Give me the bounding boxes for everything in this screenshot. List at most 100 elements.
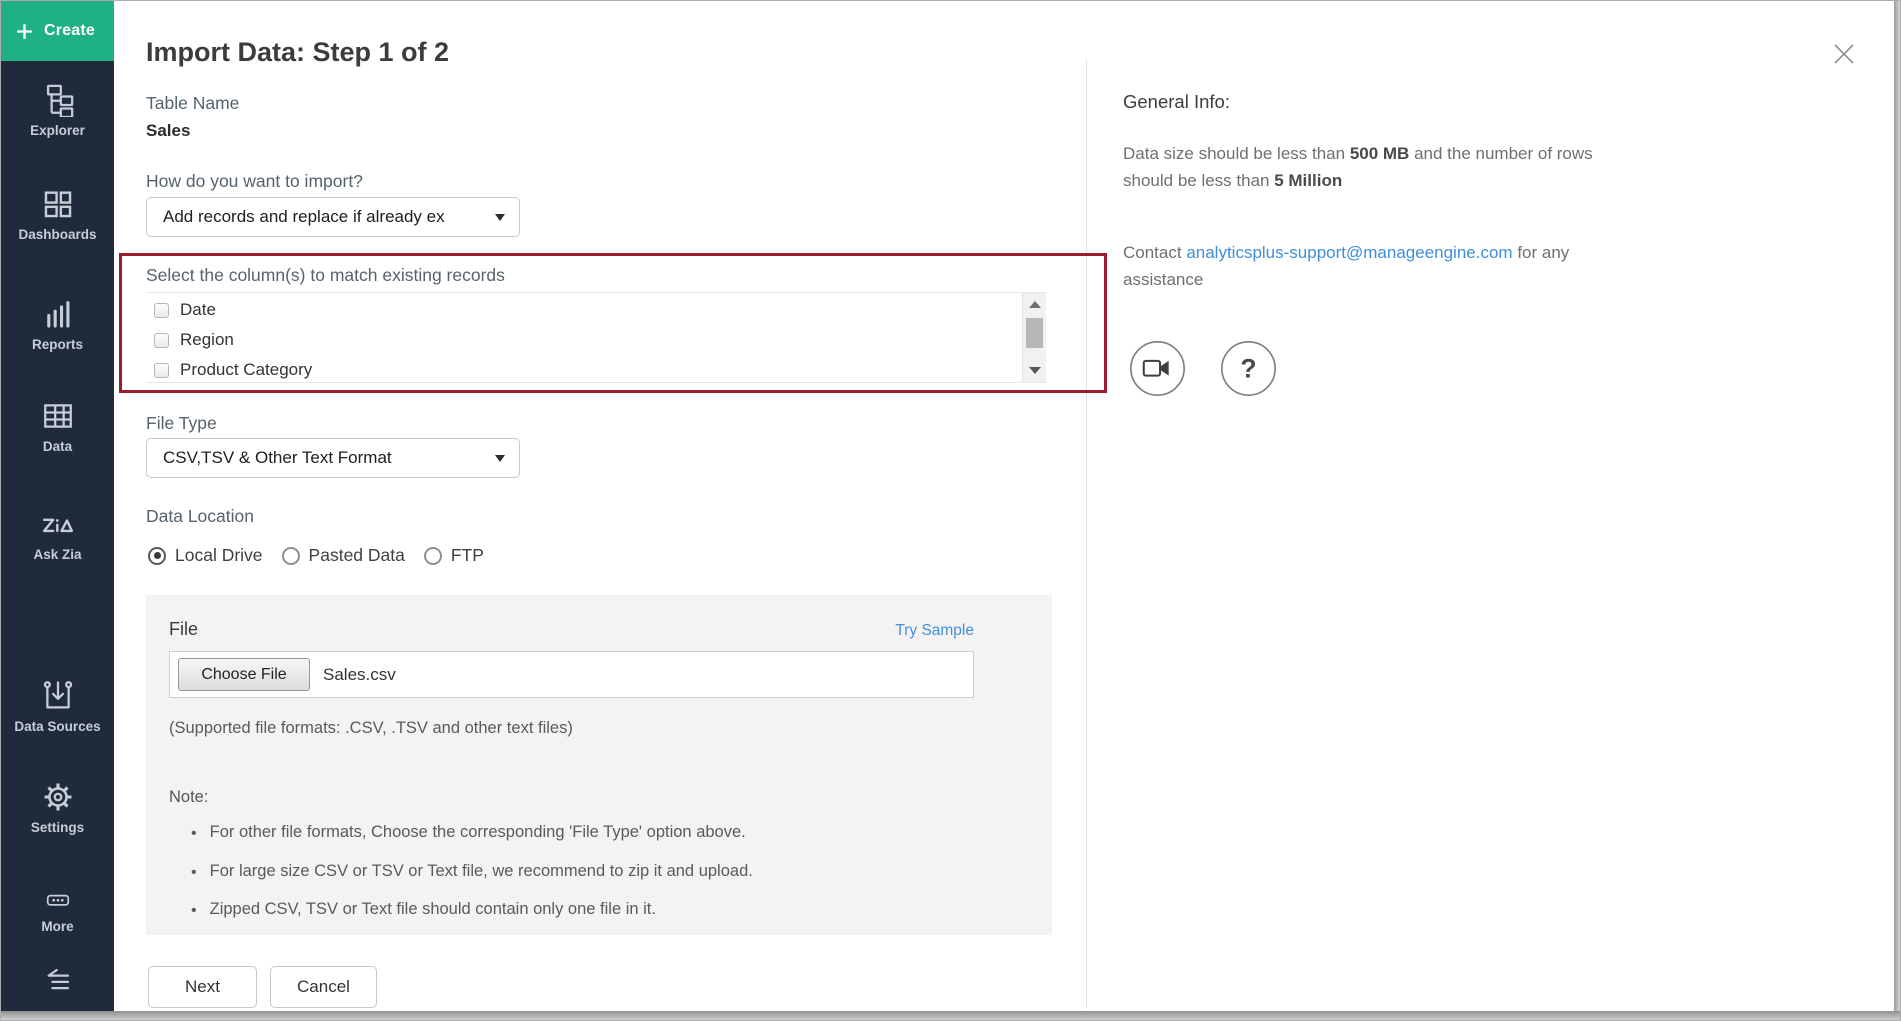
selected-file-name: Sales.csv <box>323 665 396 685</box>
sidebar-item-label: Settings <box>1 820 114 835</box>
chevron-down-icon <box>495 214 505 221</box>
file-type-selected-value: CSV,TSV & Other Text Format <box>163 448 487 468</box>
ask-zia-icon <box>40 507 76 541</box>
sidebar-item-ask-zia[interactable]: Ask Zia <box>1 507 114 562</box>
checkbox-date[interactable] <box>154 303 169 318</box>
contact-note: Contact analyticsplus-support@manageengi… <box>1123 239 1683 293</box>
sidebar-item-label: Dashboards <box>1 227 114 242</box>
note-label: Note: <box>169 788 208 807</box>
checkbox-product-category[interactable] <box>154 363 169 378</box>
chevron-down-icon <box>495 455 505 462</box>
radio-label: FTP <box>451 545 484 566</box>
create-button-label: Create <box>44 22 95 40</box>
sidebar-item-label: More <box>1 919 114 934</box>
import-mode-selected-value: Add records and replace if already ex <box>163 207 487 227</box>
video-tutorial-button[interactable] <box>1129 340 1186 397</box>
close-button[interactable] <box>1827 37 1863 73</box>
listbox-scrollbar[interactable] <box>1022 293 1046 382</box>
data-location-options: Local Drive Pasted Data FTP <box>148 545 503 566</box>
column-option-date[interactable]: Date <box>146 295 1022 325</box>
settings-gear-icon <box>41 780 75 814</box>
sidebar-item-label: Ask Zia <box>1 547 114 562</box>
match-columns-listbox: Date Region Product Category <box>146 292 1046 383</box>
panel-divider <box>1086 59 1087 1009</box>
scrollbar-thumb[interactable] <box>1026 318 1043 348</box>
checkbox-region[interactable] <box>154 333 169 348</box>
contact-line2: assistance <box>1123 266 1683 293</box>
sidebar-item-settings[interactable]: Settings <box>1 780 114 835</box>
radio-ftp[interactable] <box>424 547 442 565</box>
data-size-note: Data size should be less than 500 MB and… <box>1123 140 1683 194</box>
size-note-line1: Data size should be less than 500 MB and… <box>1123 140 1683 167</box>
supported-formats-text: (Supported file formats: .CSV, .TSV and … <box>169 719 573 738</box>
import-mode-label: How do you want to import? <box>146 171 363 192</box>
note-item: For large size CSV or TSV or Text file, … <box>191 862 753 883</box>
sidebar-item-more[interactable]: More <box>1 887 114 934</box>
radio-option-pasted-data[interactable]: Pasted Data <box>282 545 405 566</box>
file-upload-panel: File Try Sample Choose File Sales.csv (S… <box>146 595 1052 935</box>
column-option-region[interactable]: Region <box>146 325 1022 355</box>
sidebar-item-reports[interactable]: Reports <box>1 297 114 352</box>
note-item: Zipped CSV, TSV or Text file should cont… <box>191 900 753 921</box>
sidebar-item-explorer[interactable]: Explorer <box>1 83 114 138</box>
sidebar-item-label: Reports <box>1 337 114 352</box>
next-button[interactable]: Next <box>148 966 257 1008</box>
radio-option-ftp[interactable]: FTP <box>424 545 484 566</box>
support-email-link[interactable]: analyticsplus-support@manageengine.com <box>1186 243 1512 262</box>
help-actions: ? <box>1129 340 1277 397</box>
table-name-label: Table Name <box>146 93 239 114</box>
note-list: For other file formats, Choose the corre… <box>191 823 753 939</box>
more-ellipsis-icon <box>41 887 75 913</box>
dashboards-icon <box>41 187 75 221</box>
choose-file-button[interactable]: Choose File <box>178 658 310 691</box>
reports-icon <box>41 297 75 331</box>
sidebar-item-data-sources[interactable]: Data Sources <box>1 679 114 734</box>
app-window: Create Explorer Dashboards <box>0 0 1901 1021</box>
sidebar-item-dashboards[interactable]: Dashboards <box>1 187 114 242</box>
note-item: For other file formats, Choose the corre… <box>191 823 753 844</box>
explorer-icon <box>41 83 75 117</box>
file-label: File <box>169 619 198 640</box>
file-input[interactable]: Choose File Sales.csv <box>169 651 974 698</box>
contact-line1: Contact analyticsplus-support@manageengi… <box>1123 239 1683 266</box>
help-button[interactable]: ? <box>1220 340 1277 397</box>
sidebar-item-data[interactable]: Data <box>1 399 114 454</box>
general-info-heading: General Info: <box>1123 91 1230 113</box>
column-option-product-category[interactable]: Product Category <box>146 355 1022 383</box>
collapse-arrow-icon <box>42 965 74 995</box>
plus-icon <box>14 21 35 42</box>
sidebar-item-label: Explorer <box>1 123 114 138</box>
data-sources-icon <box>41 679 75 713</box>
table-name-value: Sales <box>146 121 190 141</box>
try-sample-link[interactable]: Try Sample <box>895 622 974 640</box>
close-icon <box>1827 37 1861 71</box>
sidebar-collapse-button[interactable] <box>1 965 114 995</box>
import-mode-dropdown[interactable]: Add records and replace if already ex <box>146 197 520 237</box>
data-location-label: Data Location <box>146 506 254 527</box>
radio-local-drive[interactable] <box>148 547 166 565</box>
radio-label: Local Drive <box>175 545 263 566</box>
radio-label: Pasted Data <box>309 545 405 566</box>
cancel-button[interactable]: Cancel <box>270 966 377 1008</box>
create-button[interactable]: Create <box>1 1 114 61</box>
radio-option-local-drive[interactable]: Local Drive <box>148 545 263 566</box>
file-type-dropdown[interactable]: CSV,TSV & Other Text Format <box>146 438 520 478</box>
dialog-title: Import Data: Step 1 of 2 <box>146 37 449 68</box>
match-columns-label: Select the column(s) to match existing r… <box>146 265 505 286</box>
data-table-icon <box>41 399 75 433</box>
scroll-down-icon[interactable] <box>1029 367 1041 374</box>
column-option-label: Date <box>180 300 216 320</box>
column-option-label: Product Category <box>180 360 312 380</box>
video-camera-icon <box>1129 340 1186 397</box>
window-edge-bottom <box>1 1011 1900 1020</box>
sidebar-item-label: Data <box>1 439 114 454</box>
scroll-up-icon[interactable] <box>1029 301 1041 308</box>
question-mark-icon: ? <box>1220 340 1277 397</box>
window-edge-right <box>1894 1 1900 1020</box>
radio-pasted-data[interactable] <box>282 547 300 565</box>
column-option-label: Region <box>180 330 234 350</box>
sidebar: Create Explorer Dashboards <box>1 1 114 1013</box>
sidebar-item-label: Data Sources <box>1 719 114 734</box>
file-type-label: File Type <box>146 413 217 434</box>
size-note-line2: should be less than 5 Million <box>1123 167 1683 194</box>
